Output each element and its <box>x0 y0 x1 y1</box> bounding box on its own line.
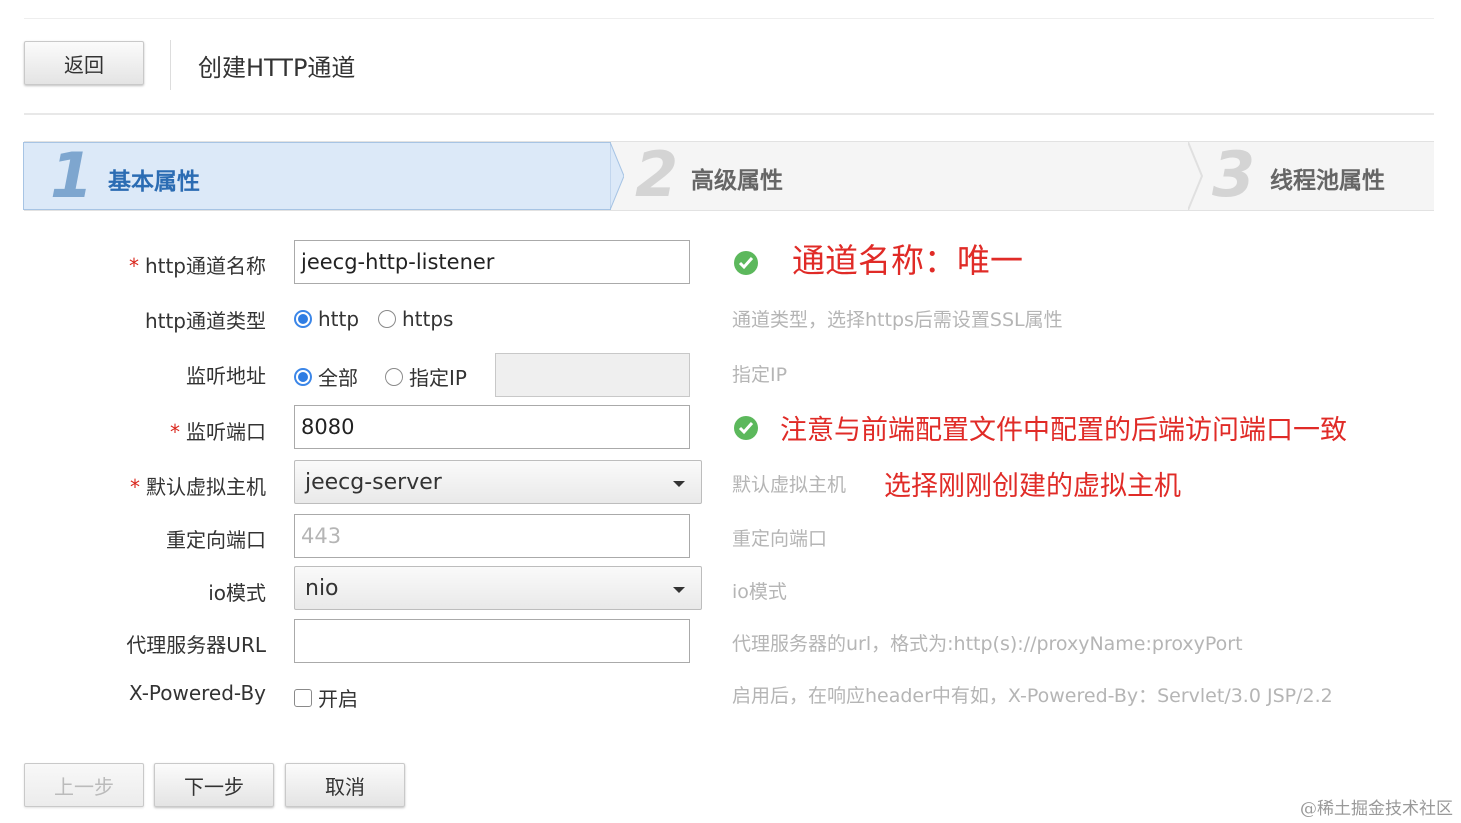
name-annotation: 通道名称：唯一 <box>792 241 1023 280</box>
proxy-label: 代理服务器URL <box>126 633 266 657</box>
header-divider <box>24 113 1434 115</box>
port-input[interactable]: 8080 <box>294 405 690 449</box>
top-divider <box>24 18 1434 19</box>
required-mark: * <box>128 254 139 278</box>
check-circle-icon <box>734 416 758 440</box>
listen-label: 监听地址 <box>186 364 266 388</box>
port-annotation: 注意与前端配置文件中配置的后端访问端口一致 <box>780 415 1347 446</box>
listen-hint: 指定IP <box>732 364 788 386</box>
name-input[interactable]: jeecg-http-listener <box>294 240 690 284</box>
radio-selected-icon <box>294 367 312 386</box>
listen-option-ip: 指定IP <box>409 366 467 390</box>
io-hint: io模式 <box>732 581 787 603</box>
listen-ip-input[interactable] <box>495 353 690 397</box>
step-label-basic: 基本属性 <box>108 169 200 195</box>
check-circle-icon <box>734 251 758 275</box>
step-arrow-icon <box>1188 142 1204 210</box>
vhost-select[interactable]: jeecg-server <box>294 460 702 504</box>
next-step-button[interactable]: 下一步 <box>154 763 274 807</box>
watermark: @稀土掘金技术社区 <box>1300 799 1453 819</box>
wizard-steps: 1 基本属性 2 高级属性 3 线程池属性 <box>23 138 1434 212</box>
step-number-1: 1 <box>50 139 94 212</box>
header-separator <box>170 40 171 90</box>
vhost-hint: 默认虚拟主机 <box>732 474 847 496</box>
powered-checkbox-label: 开启 <box>318 687 358 711</box>
back-button[interactable]: 返回 <box>24 41 144 85</box>
chevron-down-icon <box>673 587 685 593</box>
proxy-input[interactable] <box>294 619 690 663</box>
name-label-text: http通道名称 <box>144 254 266 278</box>
type-hint: 通道类型，选择https后需设置SSL属性 <box>732 309 1063 331</box>
redirect-input[interactable]: 443 <box>294 514 690 558</box>
vhost-annotation: 选择刚刚创建的虚拟主机 <box>884 471 1181 502</box>
vhost-label: * 默认虚拟主机 <box>16 471 266 500</box>
redirect-hint: 重定向端口 <box>732 528 828 550</box>
chevron-down-icon <box>673 481 685 487</box>
listen-option-all: 全部 <box>318 366 358 390</box>
vhost-selected-value: jeecg-server <box>305 469 442 495</box>
step-basic[interactable]: 1 基本属性 <box>23 139 611 212</box>
required-mark: * <box>170 420 180 444</box>
required-mark: * <box>130 475 140 499</box>
io-selected-value: nio <box>305 575 339 601</box>
prev-step-button[interactable]: 上一步 <box>24 763 144 807</box>
radio-empty-icon <box>378 310 396 328</box>
step-threadpool[interactable]: 3 线程池属性 <box>1206 138 1434 211</box>
powered-label: X-Powered-By <box>128 681 266 705</box>
step-label-advanced: 高级属性 <box>691 168 783 194</box>
powered-hint: 启用后，在响应header中有如，X-Powered-By：Servlet/3.… <box>732 685 1333 707</box>
cancel-button[interactable]: 取消 <box>285 763 405 807</box>
port-label-text: 监听端口 <box>186 420 266 444</box>
radio-empty-icon <box>385 367 403 386</box>
type-label: http通道类型 <box>144 309 266 333</box>
powered-checkbox[interactable]: 开启 <box>294 683 358 712</box>
step-advanced[interactable]: 2 高级属性 <box>629 138 1189 211</box>
listen-radio-all[interactable]: 全部 <box>294 362 358 391</box>
page-header: 返回 创建HTTP通道 <box>24 40 1434 90</box>
io-select[interactable]: nio <box>294 566 702 610</box>
vhost-label-text: 默认虚拟主机 <box>146 475 266 499</box>
type-radio-http[interactable]: http <box>294 307 359 331</box>
name-label: * http通道名称 <box>16 250 266 279</box>
step-arrow-icon <box>610 142 624 210</box>
type-option-http: http <box>318 307 360 331</box>
type-option-https: https <box>402 307 454 331</box>
page-title: 创建HTTP通道 <box>198 54 356 82</box>
step-number-2: 2 <box>635 138 679 211</box>
listen-radio-ip[interactable]: 指定IP <box>385 362 467 391</box>
proxy-hint: 代理服务器的url，格式为:http(s)://proxyName:proxyP… <box>732 633 1243 655</box>
radio-selected-icon <box>294 310 312 328</box>
port-label: * 监听端口 <box>16 416 266 445</box>
type-radio-https[interactable]: https <box>378 307 453 331</box>
step-label-threadpool: 线程池属性 <box>1270 168 1385 194</box>
io-label: io模式 <box>208 581 266 605</box>
step-number-3: 3 <box>1212 138 1256 211</box>
redirect-label: 重定向端口 <box>166 528 266 552</box>
checkbox-empty-icon <box>294 688 312 707</box>
